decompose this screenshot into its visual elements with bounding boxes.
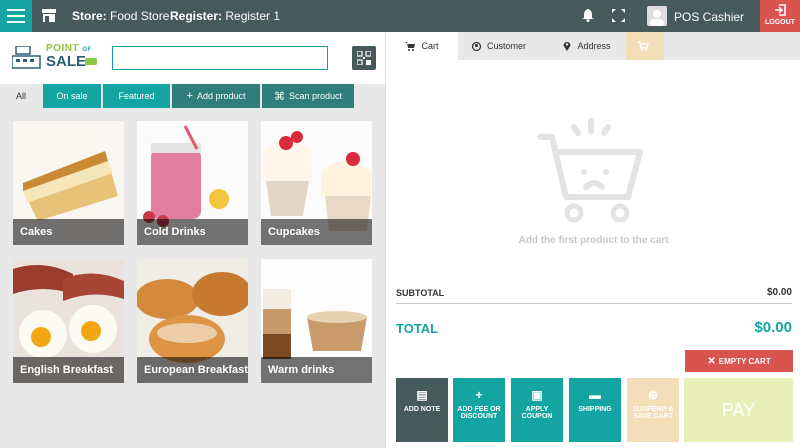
register-label: Register: Register 1 bbox=[170, 9, 280, 23]
scan-product-label: Scan product bbox=[288, 91, 343, 101]
map-pin-icon bbox=[563, 42, 571, 51]
plus-icon: + bbox=[186, 90, 193, 102]
coupon-icon: ▣ bbox=[531, 388, 543, 402]
logo-sale: SALE bbox=[46, 53, 87, 70]
empty-cart-message: Add the first product to the cart bbox=[518, 235, 669, 246]
product-name: Cakes bbox=[13, 219, 124, 245]
qr-scan-button[interactable] bbox=[352, 46, 376, 70]
user-icon bbox=[471, 41, 481, 51]
total-label: TOTAL bbox=[396, 321, 439, 336]
suspend-save-cart-button[interactable]: ⊕ SUSPEND & SAVE CART bbox=[627, 378, 679, 442]
product-name: Cupcakes bbox=[261, 219, 372, 245]
logo-badge bbox=[85, 58, 97, 65]
product-name: English Breakfast bbox=[13, 357, 124, 383]
cart-icon bbox=[405, 41, 416, 51]
product-search-input[interactable] bbox=[112, 46, 328, 70]
add-note-button[interactable]: ▤ ADD NOTE bbox=[396, 378, 448, 442]
product-card-cupcakes[interactable]: Cupcakes bbox=[261, 121, 372, 245]
logout-label: LOGOUT bbox=[765, 19, 795, 26]
product-name: European Breakfast bbox=[137, 357, 248, 383]
tab-customer[interactable]: Customer bbox=[458, 32, 540, 60]
product-grid: Cakes Cold Drinks Cupcakes English Break… bbox=[0, 110, 385, 448]
logo-bar: POINT OF SALE bbox=[0, 32, 385, 84]
tab-featured-label: Featured bbox=[118, 91, 155, 101]
suspend-label: SUSPEND & SAVE CART bbox=[632, 406, 674, 420]
tab-on-sale[interactable]: On sale bbox=[43, 84, 101, 108]
tab-address-label: Address bbox=[577, 41, 611, 51]
add-product-button[interactable]: + Add product bbox=[172, 84, 260, 108]
logout-icon bbox=[775, 4, 786, 16]
empty-cart-icon bbox=[537, 118, 643, 223]
tab-address[interactable]: Address bbox=[546, 32, 628, 60]
product-panel: POINT OF SALE All On sale Featured + Add … bbox=[0, 32, 385, 448]
hamburger-icon bbox=[7, 15, 25, 17]
store-label: Store: Food Store bbox=[72, 9, 169, 23]
close-icon: ✕ bbox=[707, 355, 716, 367]
empty-cart-label: EMPTY CART bbox=[718, 356, 771, 366]
tab-all[interactable]: All bbox=[0, 84, 42, 108]
total-value: $0.00 bbox=[754, 319, 792, 336]
empty-cart-button[interactable]: ✕ EMPTY CART bbox=[685, 350, 793, 372]
add-fee-label: ADD FEE OR DISCOUNT bbox=[457, 406, 501, 420]
add-note-label: ADD NOTE bbox=[403, 406, 441, 413]
scan-product-button[interactable]: ⌘ Scan product bbox=[262, 84, 354, 108]
subtotal-label: SUBTOTAL bbox=[396, 288, 445, 298]
tab-customer-label: Customer bbox=[486, 41, 526, 51]
product-card-cakes[interactable]: Cakes bbox=[13, 121, 124, 245]
bell-icon[interactable] bbox=[582, 9, 594, 22]
saved-cart-icon: ! bbox=[638, 40, 650, 51]
cash-register-icon bbox=[12, 46, 41, 69]
divider bbox=[396, 303, 792, 304]
pay-button[interactable]: PAY bbox=[684, 378, 793, 442]
tab-cart[interactable]: Cart bbox=[386, 32, 458, 60]
store-prefix: Store: bbox=[72, 9, 107, 23]
product-name: Cold Drinks bbox=[137, 219, 248, 245]
svg-text:!: ! bbox=[649, 40, 650, 46]
product-card-european-breakfast[interactable]: European Breakfast bbox=[137, 259, 248, 383]
tab-all-label: All bbox=[15, 91, 26, 101]
shipping-label: SHIPPING bbox=[578, 406, 612, 413]
add-product-label: Add product bbox=[196, 91, 246, 101]
store-icon bbox=[42, 9, 56, 22]
qr-code-icon bbox=[357, 51, 371, 65]
fullscreen-icon[interactable] bbox=[612, 9, 625, 22]
category-tabs: All On sale Featured + Add product ⌘ Scan … bbox=[0, 84, 385, 110]
note-icon: ▤ bbox=[416, 388, 428, 402]
shipping-button[interactable]: ▬ SHIPPING bbox=[569, 378, 621, 442]
saved-carts-button[interactable]: ! bbox=[626, 32, 664, 60]
store-name: Food Store bbox=[110, 9, 170, 23]
avatar[interactable] bbox=[647, 6, 667, 26]
product-card-cold-drinks[interactable]: Cold Drinks bbox=[137, 121, 248, 245]
register-prefix: Register: bbox=[170, 9, 223, 23]
plus-icon: + bbox=[475, 388, 483, 402]
product-card-warm-drinks[interactable]: Warm drinks bbox=[261, 259, 372, 383]
user-name[interactable]: POS Cashier bbox=[674, 10, 744, 24]
add-fee-button[interactable]: + ADD FEE OR DISCOUNT bbox=[453, 378, 505, 442]
scan-icon: ⌘ bbox=[273, 90, 285, 103]
apply-coupon-label: APPLY COUPON bbox=[521, 406, 553, 420]
cart-tabs: Cart Customer Address ! bbox=[386, 32, 800, 60]
saved-cart-icon: ⊕ bbox=[647, 388, 659, 402]
logout-button[interactable]: LOGOUT bbox=[760, 0, 800, 32]
apply-coupon-button[interactable]: ▣ APPLY COUPON bbox=[511, 378, 563, 442]
tab-on-sale-label: On sale bbox=[56, 91, 88, 101]
menu-button[interactable] bbox=[0, 0, 32, 32]
tab-featured[interactable]: Featured bbox=[103, 84, 170, 108]
subtotal-value: $0.00 bbox=[766, 287, 792, 298]
product-card-english-breakfast[interactable]: English Breakfast bbox=[13, 259, 124, 383]
truck-icon: ▬ bbox=[589, 388, 601, 402]
product-name: Warm drinks bbox=[261, 357, 372, 383]
register-name: Register 1 bbox=[225, 9, 281, 23]
top-bar: Store: Food Store Register: Register 1 P… bbox=[0, 0, 800, 32]
pay-label: PAY bbox=[721, 399, 756, 420]
tab-cart-label: Cart bbox=[421, 41, 439, 51]
cart-panel: Cart Customer Address ! Add the first pr… bbox=[385, 32, 800, 448]
